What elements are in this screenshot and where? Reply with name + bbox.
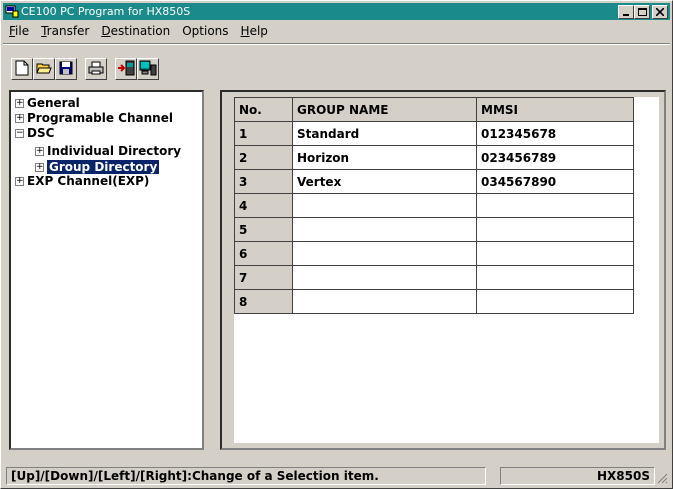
tree-label-dsc: DSC (27, 126, 55, 140)
expand-plus-icon[interactable]: + (15, 176, 24, 186)
table-row: 7 (234, 265, 634, 290)
open-folder-icon (36, 61, 52, 78)
save-disk-icon (59, 61, 73, 78)
table-row: 6 (234, 241, 634, 266)
grid-header-row: No. GROUP NAME MMSI (234, 97, 634, 122)
mmsi-cell[interactable]: 034567890 (476, 169, 634, 194)
tree-label-group-directory: Group Directory (47, 160, 160, 174)
group-name-cell[interactable]: Horizon (292, 145, 477, 170)
table-row: 1 Standard 012345678 (234, 121, 634, 146)
tree-node-exp-channel[interactable]: + EXP Channel(EXP) (15, 174, 149, 188)
group-name-cell[interactable] (292, 193, 477, 218)
tree-node-dsc[interactable]: − DSC (15, 126, 54, 140)
menu-transfer-label: ransfer (46, 24, 90, 38)
row-number: 8 (234, 289, 293, 314)
table-row: 5 (234, 217, 634, 242)
row-number: 1 (234, 121, 293, 146)
mmsi-cell[interactable]: 012345678 (476, 121, 634, 146)
row-number: 3 (234, 169, 293, 194)
table-row: 4 (234, 193, 634, 218)
tree-label-exp-channel: EXP Channel(EXP) (27, 174, 150, 188)
tree-node-programable-channel[interactable]: + Programable Channel (15, 111, 173, 125)
row-number: 4 (234, 193, 293, 218)
group-directory-panel: No. GROUP NAME MMSI 1 Standard 012345678… (220, 90, 666, 450)
group-name-cell[interactable]: Standard (292, 121, 477, 146)
mmsi-cell[interactable] (476, 289, 634, 314)
app-icon (5, 5, 19, 18)
menu-transfer[interactable]: Transfer (35, 24, 95, 38)
row-number: 2 (234, 145, 293, 170)
status-model: HX850S (500, 467, 655, 485)
header-group-name: GROUP NAME (292, 97, 477, 122)
menu-bar: File Transfer Destination Options Help (3, 22, 274, 40)
toolbar (11, 57, 159, 81)
group-name-cell[interactable] (292, 289, 477, 314)
header-no: No. (234, 97, 293, 122)
read-from-radio-button[interactable] (115, 58, 137, 80)
write-to-radio-icon (139, 60, 157, 79)
resize-grip-icon[interactable] (656, 472, 668, 484)
read-from-radio-icon (117, 60, 135, 79)
mmsi-cell[interactable] (476, 193, 634, 218)
group-name-cell[interactable]: Vertex (292, 169, 477, 194)
main-window: CE100 PC Program for HX850S File Transfe… (0, 0, 673, 489)
row-number: 5 (234, 217, 293, 242)
open-file-button[interactable] (33, 58, 55, 80)
new-file-icon (15, 60, 29, 79)
mmsi-cell[interactable] (476, 217, 634, 242)
tree-label-general: General (27, 96, 80, 110)
group-name-cell[interactable] (292, 265, 477, 290)
menu-destination-label: estination (110, 24, 171, 38)
menu-options[interactable]: Options (176, 24, 234, 38)
collapse-minus-icon[interactable]: − (15, 128, 24, 138)
table-row: 8 (234, 289, 634, 314)
grid-area: No. GROUP NAME MMSI 1 Standard 012345678… (234, 97, 659, 443)
expand-plus-icon[interactable]: + (15, 98, 24, 108)
mmsi-cell[interactable] (476, 241, 634, 266)
mmsi-cell[interactable] (476, 265, 634, 290)
window-title: CE100 PC Program for HX850S (21, 5, 191, 18)
menu-help-label: elp (249, 24, 268, 38)
menu-destination-mnemonic: D (101, 24, 111, 38)
row-number: 6 (234, 241, 293, 266)
table-row: 2 Horizon 023456789 (234, 145, 634, 170)
table-row: 3 Vertex 034567890 (234, 169, 634, 194)
expand-plus-icon[interactable]: + (15, 113, 24, 123)
menu-file-label: ile (15, 24, 30, 38)
title-bar[interactable]: CE100 PC Program for HX850S (3, 3, 670, 20)
tree-node-general[interactable]: + General (15, 96, 80, 110)
header-mmsi: MMSI (476, 97, 634, 122)
print-button[interactable] (85, 58, 107, 80)
menu-destination[interactable]: Destination (95, 24, 176, 38)
settings-tree[interactable]: + General + Programable Channel − DSC + … (9, 90, 204, 450)
toolbar-divider (3, 43, 670, 45)
row-number: 7 (234, 265, 293, 290)
expand-plus-icon[interactable]: + (35, 146, 44, 156)
save-file-button[interactable] (55, 58, 77, 80)
tree-label-programable-channel: Programable Channel (27, 111, 173, 125)
group-name-cell[interactable] (292, 241, 477, 266)
expand-plus-icon[interactable]: + (35, 162, 44, 172)
printer-icon (88, 61, 104, 78)
menu-help[interactable]: Help (235, 24, 274, 38)
status-bar: [Up]/[Down]/[Left]/[Right]:Change of a S… (3, 464, 670, 486)
group-name-cell[interactable] (292, 217, 477, 242)
tree-node-individual-directory[interactable]: + Individual Directory (35, 144, 181, 158)
group-directory-grid: No. GROUP NAME MMSI 1 Standard 012345678… (234, 97, 634, 314)
tree-node-group-directory[interactable]: + Group Directory (35, 160, 160, 174)
mmsi-cell[interactable]: 023456789 (476, 145, 634, 170)
status-hint: [Up]/[Down]/[Left]/[Right]:Change of a S… (6, 467, 486, 485)
new-file-button[interactable] (11, 58, 33, 80)
tree-label-individual-directory: Individual Directory (47, 144, 182, 158)
close-button[interactable] (652, 4, 668, 19)
write-to-radio-button[interactable] (137, 58, 159, 80)
menu-file[interactable]: File (3, 24, 35, 38)
maximize-button[interactable] (634, 4, 650, 19)
menu-help-mnemonic: H (240, 24, 250, 38)
menu-options-label: Options (182, 24, 229, 38)
minimize-button[interactable] (618, 4, 634, 19)
